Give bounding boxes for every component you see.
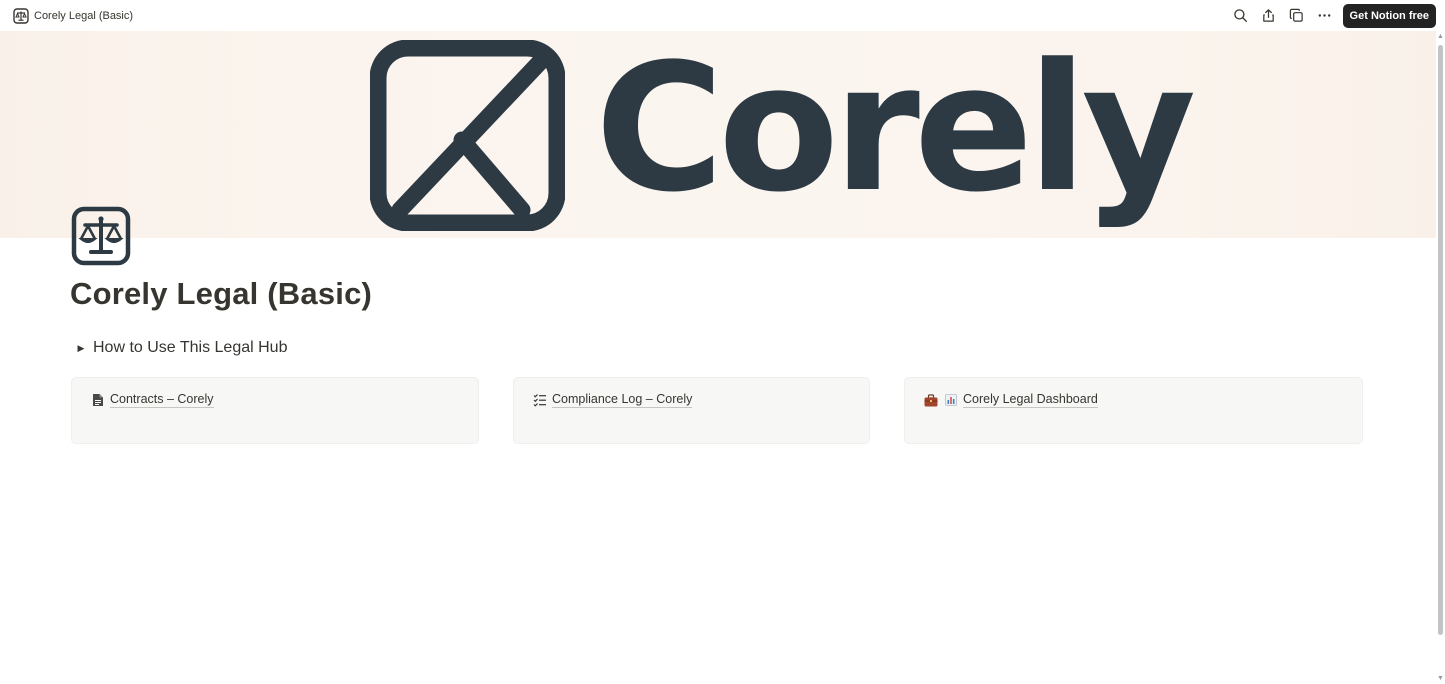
toggle-how-to-use[interactable]: ▶ How to Use This Legal Hub xyxy=(74,339,288,357)
scrollbar[interactable]: ▲ ▼ xyxy=(1436,31,1445,684)
corely-logo-icon xyxy=(370,40,565,231)
briefcase-icon xyxy=(924,393,938,407)
document-icon xyxy=(91,393,105,407)
more-button[interactable] xyxy=(1311,4,1339,28)
get-notion-free-button[interactable]: Get Notion free xyxy=(1342,3,1436,28)
card-label: Contracts – Corely xyxy=(110,392,214,408)
share-icon xyxy=(1263,9,1274,22)
duplicate-icon xyxy=(1289,8,1303,22)
scroll-up-arrow-icon[interactable]: ▲ xyxy=(1437,33,1444,40)
card-label: Compliance Log – Corely xyxy=(552,392,693,408)
page-title[interactable]: Corely Legal (Basic) xyxy=(70,276,372,312)
toggle-label: How to Use This Legal Hub xyxy=(93,339,288,356)
share-button[interactable] xyxy=(1255,4,1283,28)
triangle-right-icon[interactable]: ▶ xyxy=(74,341,88,355)
duplicate-button[interactable] xyxy=(1283,4,1311,28)
search-icon xyxy=(1234,9,1248,23)
more-icon xyxy=(1318,14,1331,17)
cover-brand-text: Corely xyxy=(595,31,1196,231)
scales-icon xyxy=(13,7,29,24)
checklist-icon xyxy=(533,393,547,407)
scales-icon xyxy=(71,206,131,266)
link-compliance-log[interactable]: Compliance Log – Corely xyxy=(533,392,693,408)
card-label: Corely Legal Dashboard xyxy=(963,392,1098,408)
card-compliance-log: Compliance Log – Corely xyxy=(513,377,870,444)
link-legal-dashboard[interactable]: Corely Legal Dashboard xyxy=(924,392,1098,408)
scroll-thumb[interactable] xyxy=(1438,45,1443,635)
breadcrumb[interactable]: Corely Legal (Basic) xyxy=(0,7,134,24)
scroll-down-arrow-icon[interactable]: ▼ xyxy=(1437,675,1444,682)
top-bar: Corely Legal (Basic) Get Notion free xyxy=(0,0,1436,31)
search-button[interactable] xyxy=(1227,4,1255,28)
bar-chart-icon xyxy=(944,393,958,407)
link-contracts[interactable]: Contracts – Corely xyxy=(91,392,214,408)
card-contracts: Contracts – Corely xyxy=(71,377,479,444)
page-icon[interactable] xyxy=(71,206,131,266)
card-legal-dashboard: Corely Legal Dashboard xyxy=(904,377,1363,444)
cover-image: Corely xyxy=(0,31,1436,238)
breadcrumb-title: Corely Legal (Basic) xyxy=(34,9,134,22)
